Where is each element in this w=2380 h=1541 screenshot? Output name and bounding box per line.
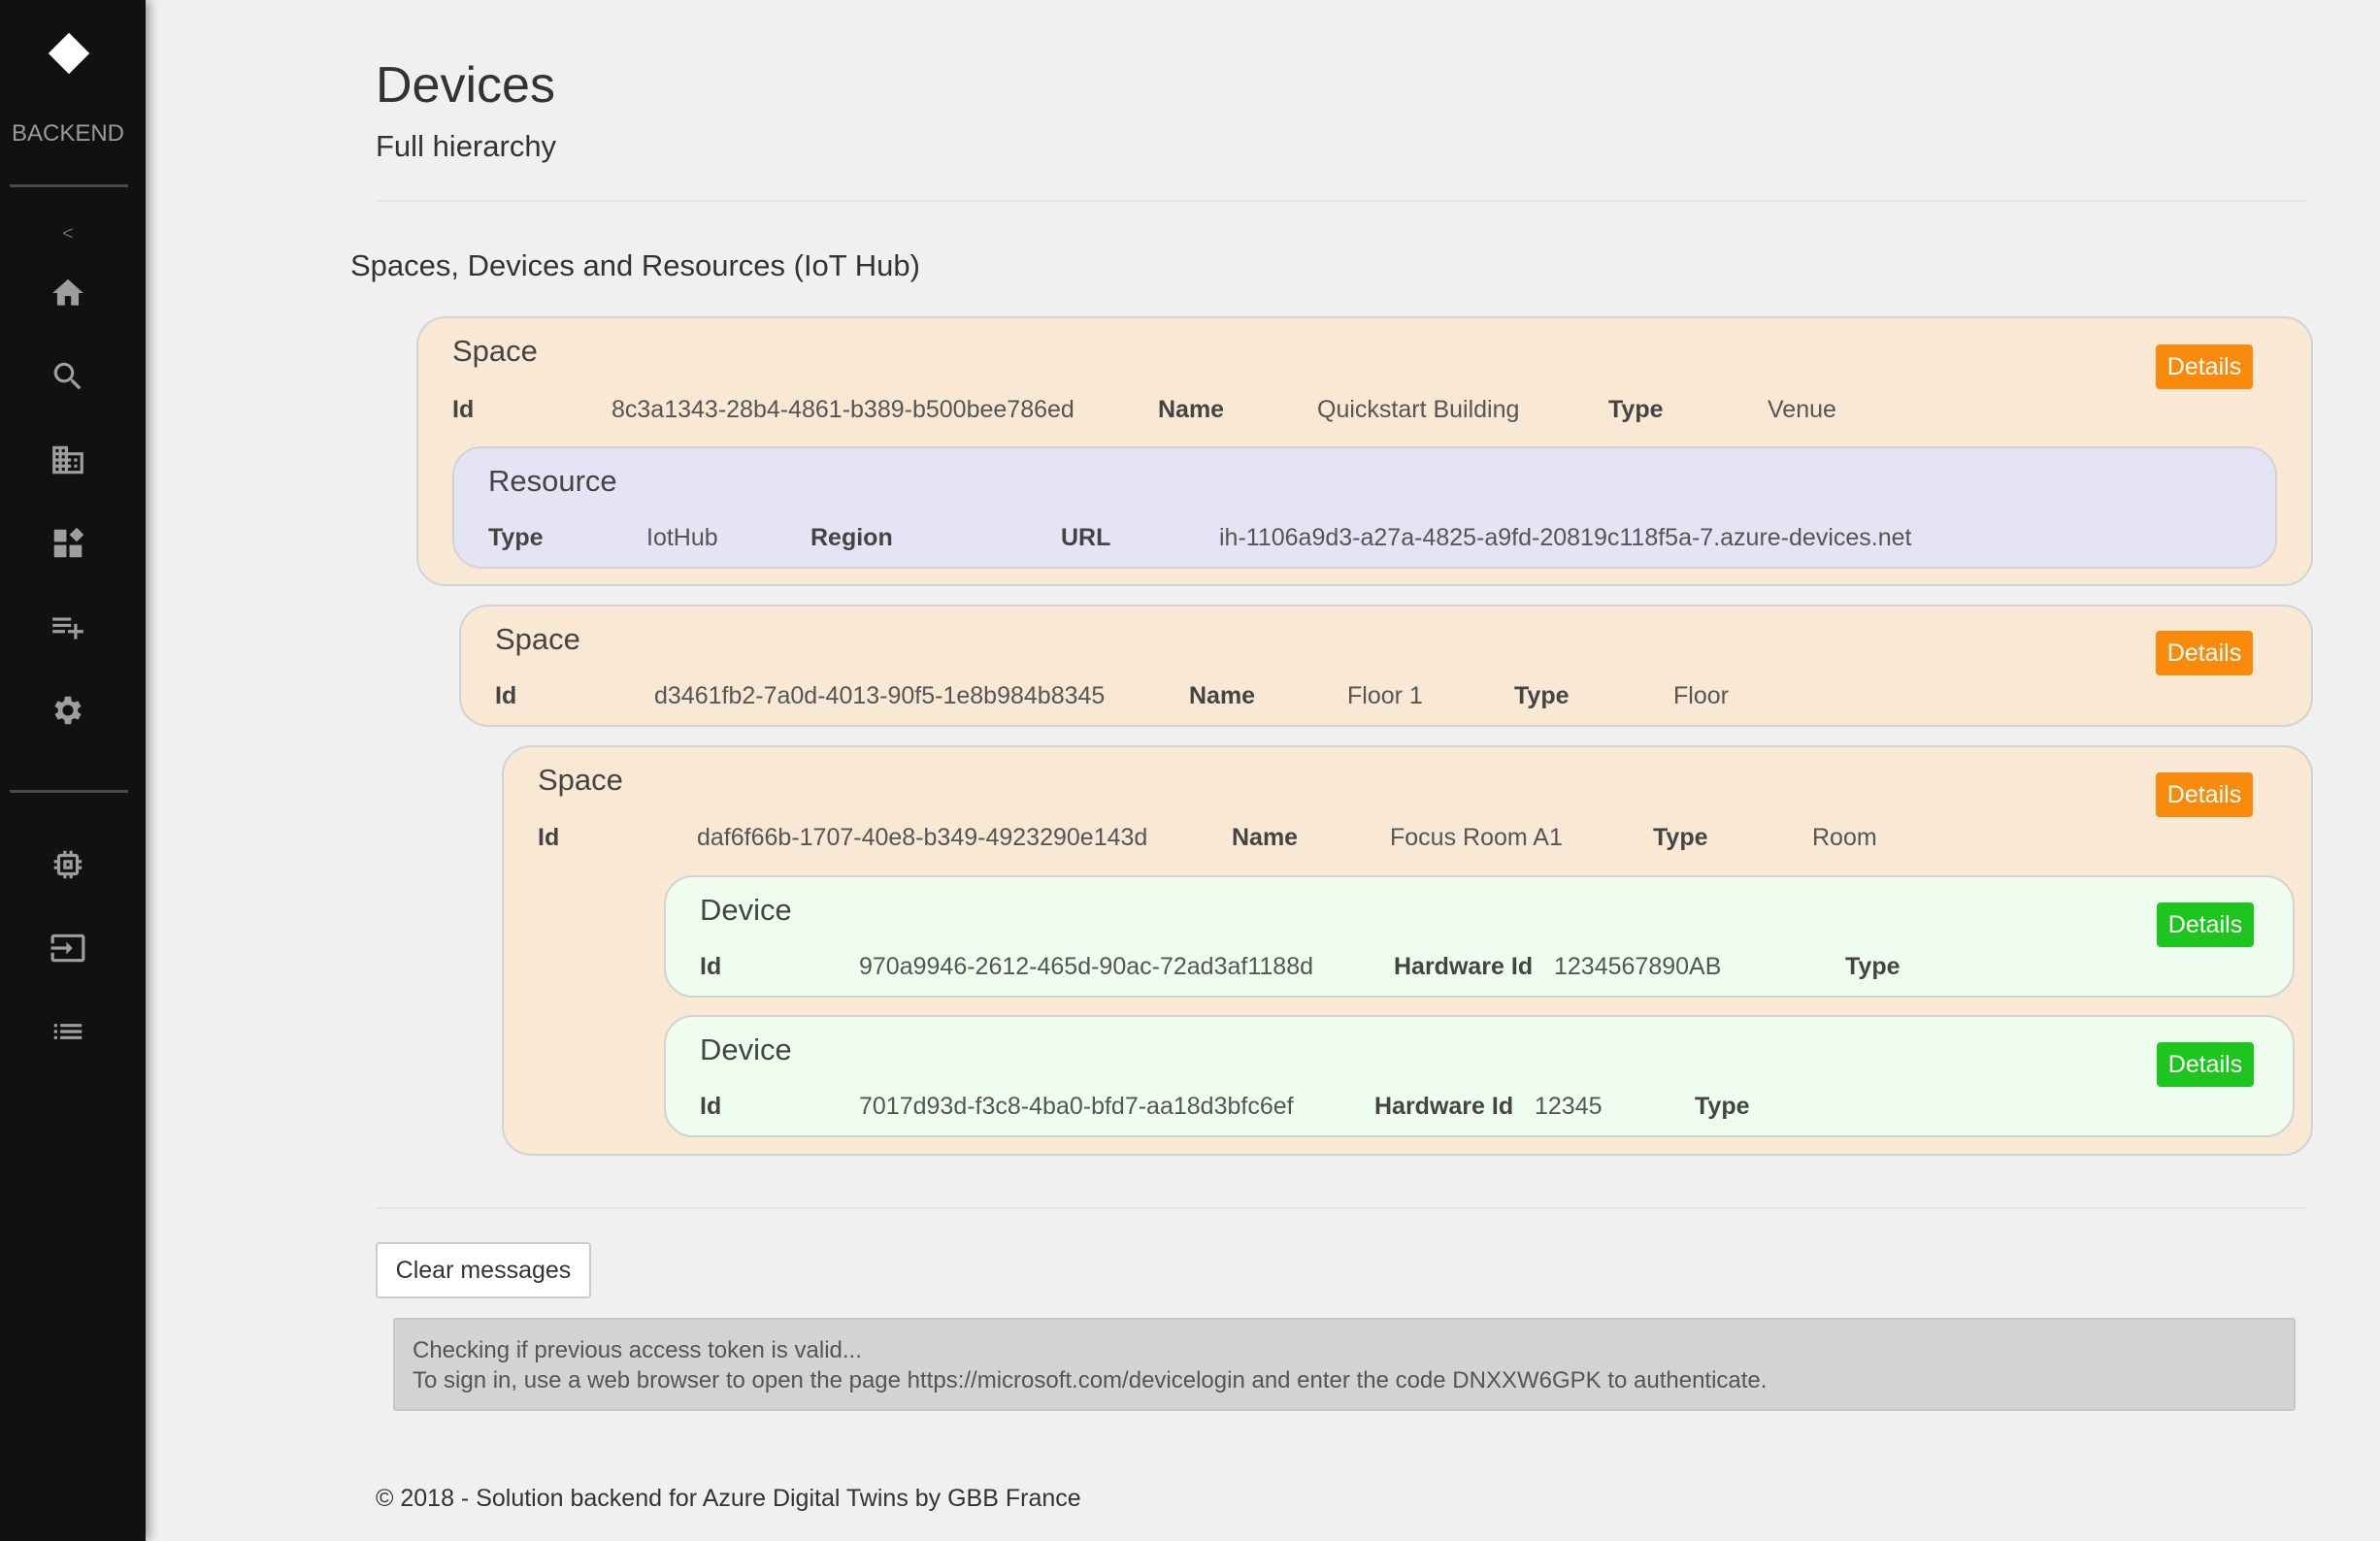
space-type-value: Floor bbox=[1673, 682, 1729, 709]
id-label: Id bbox=[700, 953, 722, 980]
type-label: Type bbox=[1845, 953, 1901, 980]
space-name-value: Focus Room A1 bbox=[1390, 824, 1563, 851]
space-title: Space bbox=[452, 334, 538, 368]
search-icon[interactable] bbox=[50, 358, 86, 395]
details-button[interactable]: Details bbox=[2157, 1042, 2254, 1087]
section-title: Spaces, Devices and Resources (IoT Hub) bbox=[350, 248, 920, 282]
type-label: Type bbox=[1514, 682, 1570, 709]
space-name-value: Floor 1 bbox=[1347, 682, 1423, 709]
resource-card: Resource Type IotHub Region URL ih-1106a… bbox=[452, 446, 2277, 569]
details-button[interactable]: Details bbox=[2157, 902, 2254, 947]
building-icon[interactable] bbox=[50, 442, 86, 478]
playlist-add-icon[interactable] bbox=[50, 608, 86, 645]
space-id-value: d3461fb2-7a0d-4013-90f5-1e8b984b8345 bbox=[654, 682, 1106, 709]
page-subtitle: Full hierarchy bbox=[376, 129, 557, 163]
space-name-value: Quickstart Building bbox=[1317, 396, 1520, 423]
space-type-value: Venue bbox=[1768, 396, 1836, 423]
content-divider bbox=[376, 1207, 2307, 1209]
home-icon[interactable] bbox=[50, 275, 86, 311]
id-label: Id bbox=[538, 824, 560, 851]
space-card: Space Details Id d3461fb2-7a0d-4013-90f5… bbox=[459, 605, 2313, 727]
clear-messages-button[interactable]: Clear messages bbox=[376, 1242, 591, 1298]
space-card: Space Details Id 8c3a1343-28b4-4861-b389… bbox=[416, 316, 2313, 586]
type-label: Type bbox=[488, 524, 544, 551]
type-label: Type bbox=[1653, 824, 1708, 851]
sidebar-divider bbox=[10, 790, 128, 793]
device-title: Device bbox=[700, 1033, 792, 1066]
id-label: Id bbox=[495, 682, 517, 709]
space-card: Space Details Id daf6f66b-1707-40e8-b349… bbox=[502, 745, 2313, 1156]
space-id-value: daf6f66b-1707-40e8-b349-4923290e143d bbox=[697, 824, 1148, 851]
id-label: Id bbox=[452, 396, 475, 423]
resource-type-value: IotHub bbox=[646, 524, 718, 551]
details-button[interactable]: Details bbox=[2156, 344, 2253, 389]
device-card: Device Details Id 7017d93d-f3c8-4ba0-bfd… bbox=[664, 1015, 2295, 1137]
message-line: To sign in, use a web browser to open th… bbox=[413, 1367, 1768, 1393]
type-label: Type bbox=[1608, 396, 1664, 423]
url-label: URL bbox=[1061, 524, 1111, 551]
messages-panel: Checking if previous access token is val… bbox=[393, 1318, 2296, 1411]
dashboard-add-icon[interactable] bbox=[50, 525, 86, 562]
name-label: Name bbox=[1232, 824, 1299, 851]
details-button[interactable]: Details bbox=[2156, 772, 2253, 817]
region-label: Region bbox=[810, 524, 893, 551]
hardware-id-label: Hardware Id bbox=[1374, 1093, 1514, 1120]
device-id-value: 7017d93d-f3c8-4ba0-bfd7-aa18d3bfc6ef bbox=[859, 1093, 1294, 1120]
header-divider bbox=[376, 200, 2307, 202]
id-label: Id bbox=[700, 1093, 722, 1120]
resource-title: Resource bbox=[488, 464, 617, 498]
gear-icon[interactable] bbox=[50, 692, 86, 729]
device-card: Device Details Id 970a9946-2612-465d-90a… bbox=[664, 875, 2295, 998]
device-id-value: 970a9946-2612-465d-90ac-72ad3af1188d bbox=[859, 953, 1314, 980]
device-title: Device bbox=[700, 893, 792, 927]
name-label: Name bbox=[1189, 682, 1256, 709]
sidebar: BACKEND < bbox=[0, 0, 146, 1541]
list-icon[interactable] bbox=[50, 1013, 86, 1050]
details-button[interactable]: Details bbox=[2156, 631, 2253, 675]
page-title: Devices bbox=[376, 57, 555, 114]
device-hardware-id-value: 12345 bbox=[1535, 1093, 1603, 1120]
message-line: Checking if previous access token is val… bbox=[413, 1337, 862, 1363]
brand-name: BACKEND bbox=[11, 120, 125, 147]
login-icon[interactable] bbox=[50, 930, 86, 967]
collapse-toggle[interactable]: < bbox=[0, 223, 136, 246]
space-title: Space bbox=[538, 763, 623, 797]
sidebar-divider bbox=[10, 184, 128, 187]
resource-url-value: ih-1106a9d3-a27a-4825-a9fd-20819c118f5a-… bbox=[1219, 524, 1912, 551]
type-label: Type bbox=[1695, 1093, 1750, 1120]
space-id-value: 8c3a1343-28b4-4861-b389-b500bee786ed bbox=[612, 396, 1074, 423]
space-type-value: Room bbox=[1812, 824, 1877, 851]
name-label: Name bbox=[1158, 396, 1225, 423]
hardware-id-label: Hardware Id bbox=[1394, 953, 1534, 980]
footer: © 2018 - Solution backend for Azure Digi… bbox=[376, 1485, 1081, 1512]
chip-icon[interactable] bbox=[50, 846, 86, 883]
brand-logo-icon[interactable] bbox=[48, 32, 90, 75]
device-hardware-id-value: 1234567890AB bbox=[1554, 953, 1722, 980]
space-title: Space bbox=[495, 622, 580, 656]
